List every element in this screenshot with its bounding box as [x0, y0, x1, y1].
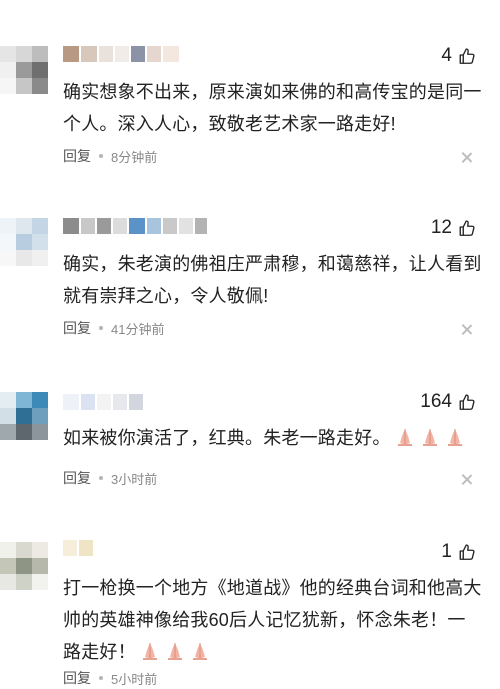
like-button[interactable]: 12 — [431, 214, 476, 242]
avatar[interactable] — [0, 218, 48, 266]
thumbs-up-icon — [459, 393, 475, 410]
comment-text-body: 如来被你演活了，红典。朱老一路走好。 — [63, 428, 391, 448]
timestamp: 41分钟前 — [111, 321, 165, 337]
separator-dot — [99, 676, 103, 680]
like-button[interactable]: 4 — [441, 42, 476, 70]
comment-text: 打一枪换一个地方《地道战》他的经典台词和他高大帅的英雄神像给我60后人记忆犹新，… — [63, 572, 483, 668]
reply-button[interactable]: 回复 — [63, 468, 91, 488]
like-count: 164 — [420, 391, 452, 412]
separator-dot — [99, 476, 103, 480]
reply-button[interactable]: 回复 — [63, 318, 91, 338]
praying-hands-emoji — [422, 429, 437, 446]
comment-item: 12 确实，朱老演的佛祖庄严肃穆，和蔼慈祥，让人看到就有崇拜之心，令人敬佩! 回… — [0, 212, 500, 352]
praying-hands-emoji — [192, 643, 207, 660]
close-icon[interactable] — [461, 474, 472, 485]
comment-meta: 回复 3小时前 — [63, 468, 157, 488]
timestamp: 5小时前 — [111, 671, 158, 687]
praying-hands-emoji — [167, 643, 182, 660]
like-button[interactable]: 164 — [420, 388, 476, 416]
separator-dot — [99, 326, 103, 330]
praying-hands-emoji — [397, 429, 412, 446]
separator-dot — [99, 154, 103, 158]
comment-text: 确实想象不出来，原来演如来佛的和高传宝的是同一个人。深入人心，致敬老艺术家一路走… — [63, 82, 482, 134]
avatar[interactable] — [0, 46, 48, 94]
timestamp: 3小时前 — [111, 471, 158, 487]
thumbs-up-icon — [459, 543, 475, 560]
like-count: 4 — [441, 45, 452, 66]
username[interactable] — [63, 540, 93, 556]
like-count: 12 — [430, 217, 452, 238]
comment-item: 164 如来被你演活了，红典。朱老一路走好。 回复 3小时前 — [0, 386, 500, 496]
reply-button[interactable]: 回复 — [63, 668, 91, 688]
username[interactable] — [63, 46, 179, 62]
comment-meta: 回复 8分钟前 — [63, 146, 157, 166]
avatar[interactable] — [0, 542, 48, 590]
comment-text: 如来被你演活了，红典。朱老一路走好。 — [63, 422, 483, 454]
close-icon[interactable] — [461, 324, 472, 335]
praying-hands-emoji — [447, 429, 462, 446]
close-icon[interactable] — [461, 152, 472, 163]
comment-item: 4 确实想象不出来，原来演如来佛的和高传宝的是同一个人。深入人心，致敬老艺术家一… — [0, 40, 500, 180]
thumbs-up-icon — [459, 219, 475, 236]
comment-meta: 回复 5小时前 — [63, 668, 157, 688]
avatar[interactable] — [0, 392, 48, 440]
comment-item: 1 打一枪换一个地方《地道战》他的经典台词和他高大帅的英雄神像给我60后人记忆犹… — [0, 536, 500, 689]
praying-hands-emoji — [142, 643, 157, 660]
like-count: 1 — [441, 541, 452, 562]
username[interactable] — [63, 394, 143, 410]
comment-meta: 回复 41分钟前 — [63, 318, 164, 338]
comment-text: 确实，朱老演的佛祖庄严肃穆，和蔼慈祥，让人看到就有崇拜之心，令人敬佩! — [63, 254, 482, 306]
like-button[interactable]: 1 — [441, 538, 476, 566]
timestamp: 8分钟前 — [111, 149, 158, 165]
thumbs-up-icon — [459, 47, 475, 64]
comment-text-body: 打一枪换一个地方《地道战》他的经典台词和他高大帅的英雄神像给我60后人记忆犹新，… — [63, 578, 482, 662]
reply-button[interactable]: 回复 — [63, 146, 91, 166]
username[interactable] — [63, 218, 207, 234]
